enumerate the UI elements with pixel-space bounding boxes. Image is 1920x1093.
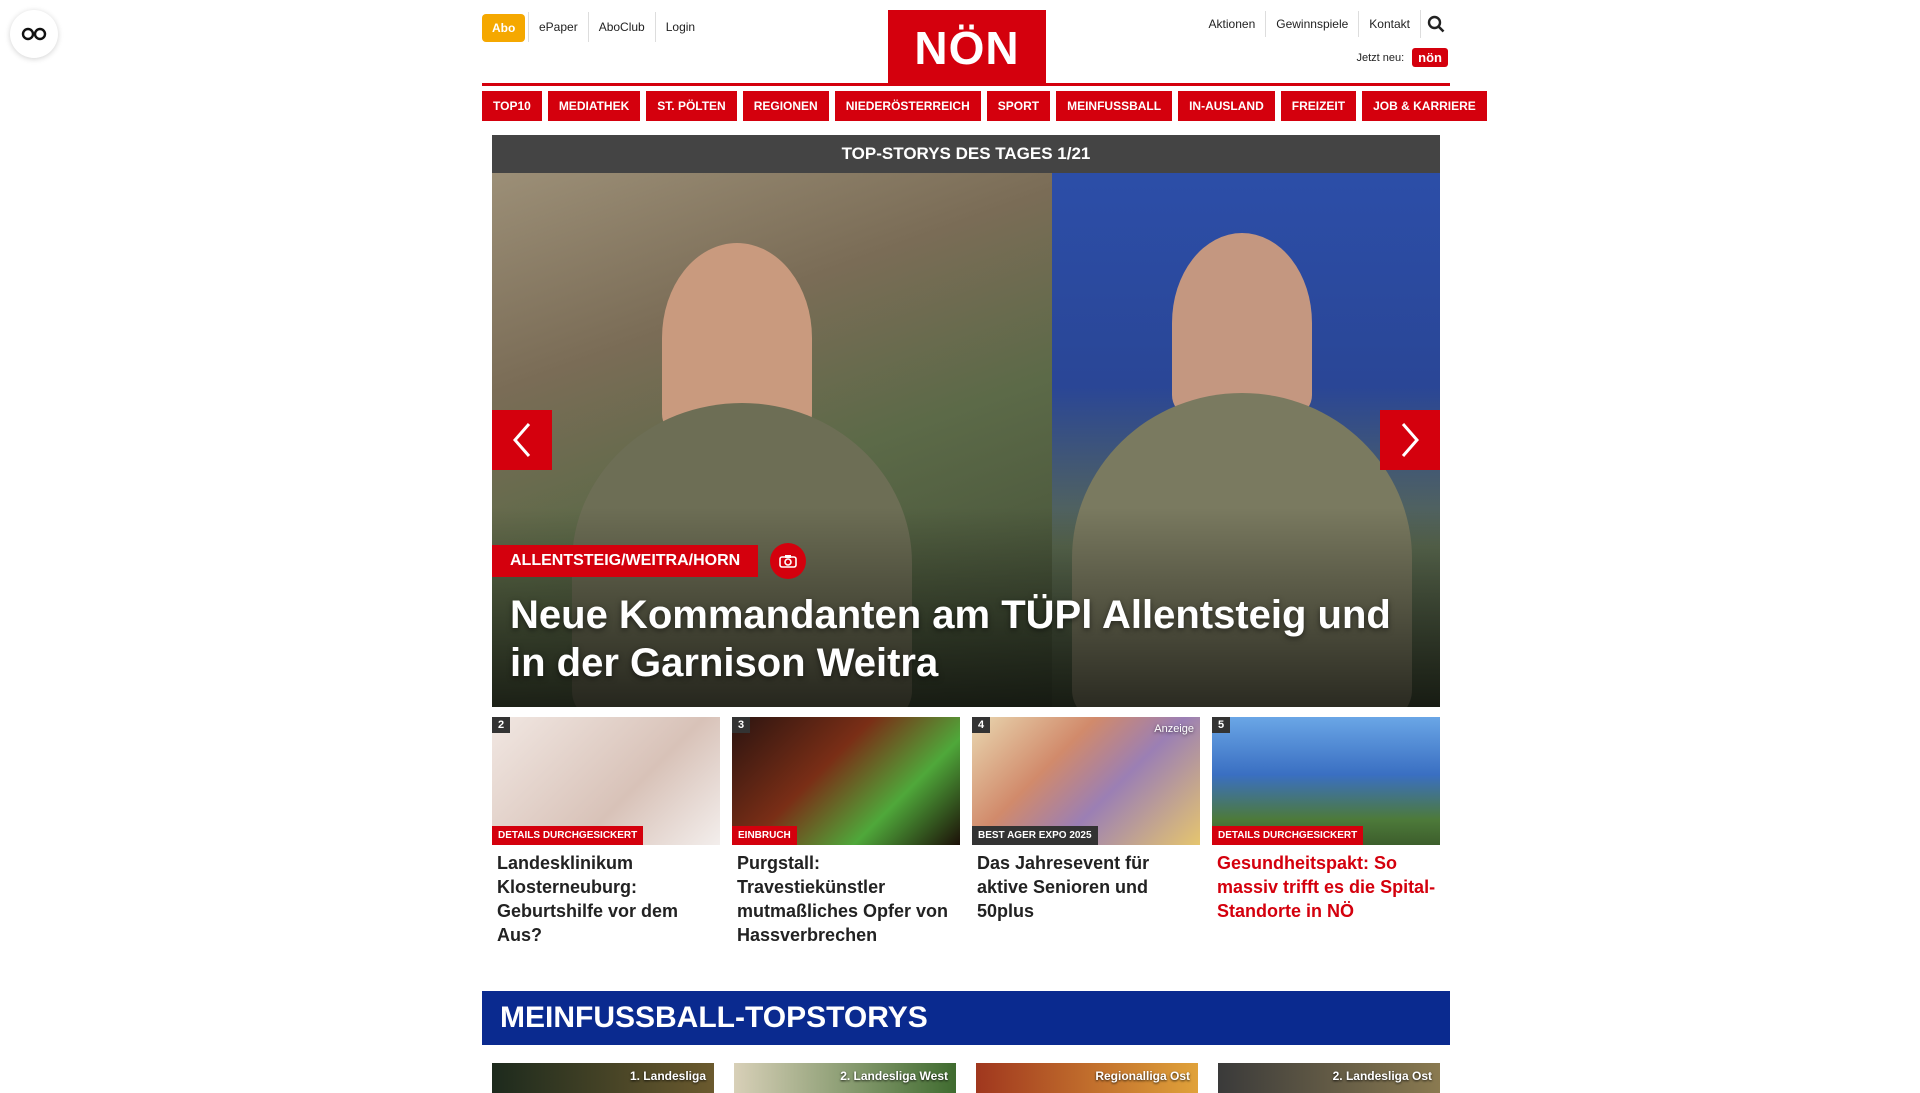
kontakt-link[interactable]: Kontakt [1358,11,1420,37]
top-links: ePaper AboClub Login [528,12,705,42]
meinfussball-row: 1. Landesliga 2. Landesliga West Regiona… [492,1063,1440,1093]
page-container: Abo ePaper AboClub Login NÖN Aktionen Ge… [482,0,1487,1093]
camera-icon [779,555,797,568]
teaser-rank: 2 [492,717,511,733]
league-label: Regionalliga Ost [1095,1069,1190,1083]
meinfussball-card[interactable]: 2. Landesliga Ost [1218,1063,1440,1093]
teaser-card[interactable]: 4 Anzeige BEST AGER EXPO 2025 Das Jahres… [972,717,1200,947]
new-label: Jetzt neu: [1356,51,1405,64]
nav-item-meinfussball[interactable]: MEINFUSSBALL [1056,91,1173,121]
league-label: 1. Landesliga [629,1069,706,1083]
teaser-rank: 5 [1212,717,1231,733]
reader-toggle-button[interactable] [10,10,58,58]
new-promo-logo[interactable]: nön [1412,48,1448,67]
teaser-tag: DETAILS DURCHGESICKERT [1212,826,1364,845]
login-link[interactable]: Login [654,12,705,42]
hero-headline[interactable]: Neue Kommandanten am TÜPl Allentsteig un… [510,591,1410,687]
site-header: Abo ePaper AboClub Login NÖN Aktionen Ge… [482,0,1450,86]
slider-next-button[interactable] [1380,410,1440,470]
epaper-link[interactable]: ePaper [528,12,588,42]
aboclub-link[interactable]: AboClub [587,12,655,42]
nav-item-job-karriere[interactable]: JOB & KARRIERE [1362,91,1487,121]
teaser-tag: EINBRUCH [732,826,797,845]
slider-heading: TOP-STORYS DES TAGES 1/21 [492,135,1440,173]
chevron-right-icon [1401,423,1419,457]
teaser-image[interactable]: 4 Anzeige BEST AGER EXPO 2025 [972,717,1200,845]
hero-image[interactable]: ALLENTSTEIG/WEITRA/HORN Neue Kommandante… [492,173,1440,707]
teaser-image[interactable]: 3 EINBRUCH [732,717,960,845]
gallery-badge [770,543,806,579]
teaser-card[interactable]: 3 EINBRUCH Purgstall: Travestiekünstler … [732,717,960,947]
teaser-headline[interactable]: Gesundheitspakt: So massiv trifft es die… [1212,845,1440,923]
slider-prev-button[interactable] [492,410,552,470]
teaser-card[interactable]: 5 DETAILS DURCHGESICKERT Gesundheitspakt… [1212,717,1440,947]
teaser-tag: DETAILS DURCHGESICKERT [492,826,644,845]
nav-item-sport[interactable]: SPORT [986,91,1051,121]
top-story-slider: TOP-STORYS DES TAGES 1/21 ALLENTSTEIG/WE… [492,135,1440,707]
teaser-rank: 4 [972,717,991,733]
league-label: 2. Landesliga Ost [1332,1069,1432,1083]
new-promo: Jetzt neu: nön [1356,48,1448,67]
nav-item-freizeit[interactable]: FREIZEIT [1280,91,1357,121]
teaser-row: 2 DETAILS DURCHGESICKERT Landesklinikum … [492,717,1440,947]
person-silhouette [1172,233,1312,413]
nav-item-regionen[interactable]: REGIONEN [742,91,829,121]
teaser-tag: BEST AGER EXPO 2025 [972,826,1098,845]
chevron-left-icon [513,423,531,457]
nav-item-niederoesterreich[interactable]: NIEDERÖSTERREICH [834,91,981,121]
league-label: 2. Landesliga West [840,1069,948,1083]
meinfussball-card[interactable]: 2. Landesliga West [734,1063,956,1093]
nav-item-in-ausland[interactable]: IN-AUSLAND [1178,91,1275,121]
teaser-image[interactable]: 2 DETAILS DURCHGESICKERT [492,717,720,845]
aktionen-link[interactable]: Aktionen [1199,11,1266,37]
nav-item-top10[interactable]: TOP10 [482,91,542,121]
hero-category[interactable]: ALLENTSTEIG/WEITRA/HORN [492,545,759,577]
main-nav: TOP10 MEDIATHEK ST. PÖLTEN REGIONEN NIED… [482,91,1487,121]
site-logo[interactable]: NÖN [888,10,1046,86]
search-button[interactable] [1420,10,1450,38]
nav-item-mediathek[interactable]: MEDIATHEK [547,91,641,121]
ad-label: Anzeige [1154,723,1194,735]
teaser-card[interactable]: 2 DETAILS DURCHGESICKERT Landesklinikum … [492,717,720,947]
gewinnspiele-link[interactable]: Gewinnspiele [1265,11,1358,37]
teaser-image[interactable]: 5 DETAILS DURCHGESICKERT [1212,717,1440,845]
nav-item-st-poelten[interactable]: ST. PÖLTEN [646,91,737,121]
teaser-rank: 3 [732,717,751,733]
meinfussball-card[interactable]: Regionalliga Ost [976,1063,1198,1093]
teaser-headline[interactable]: Landesklinikum Klosterneuburg: Geburtshi… [492,845,720,947]
right-links: Aktionen Gewinnspiele Kontakt [1199,10,1450,38]
search-icon [1427,15,1444,33]
meinfussball-card[interactable]: 1. Landesliga [492,1063,714,1093]
section-title-meinfussball[interactable]: MEINFUSSBALL-TOPSTORYS [482,991,1450,1045]
abo-button[interactable]: Abo [482,14,526,42]
teaser-headline[interactable]: Purgstall: Travestiekünstler mutmaßliche… [732,845,960,947]
glasses-icon [21,27,47,41]
teaser-headline[interactable]: Das Jahresevent für aktive Senioren und … [972,845,1200,923]
